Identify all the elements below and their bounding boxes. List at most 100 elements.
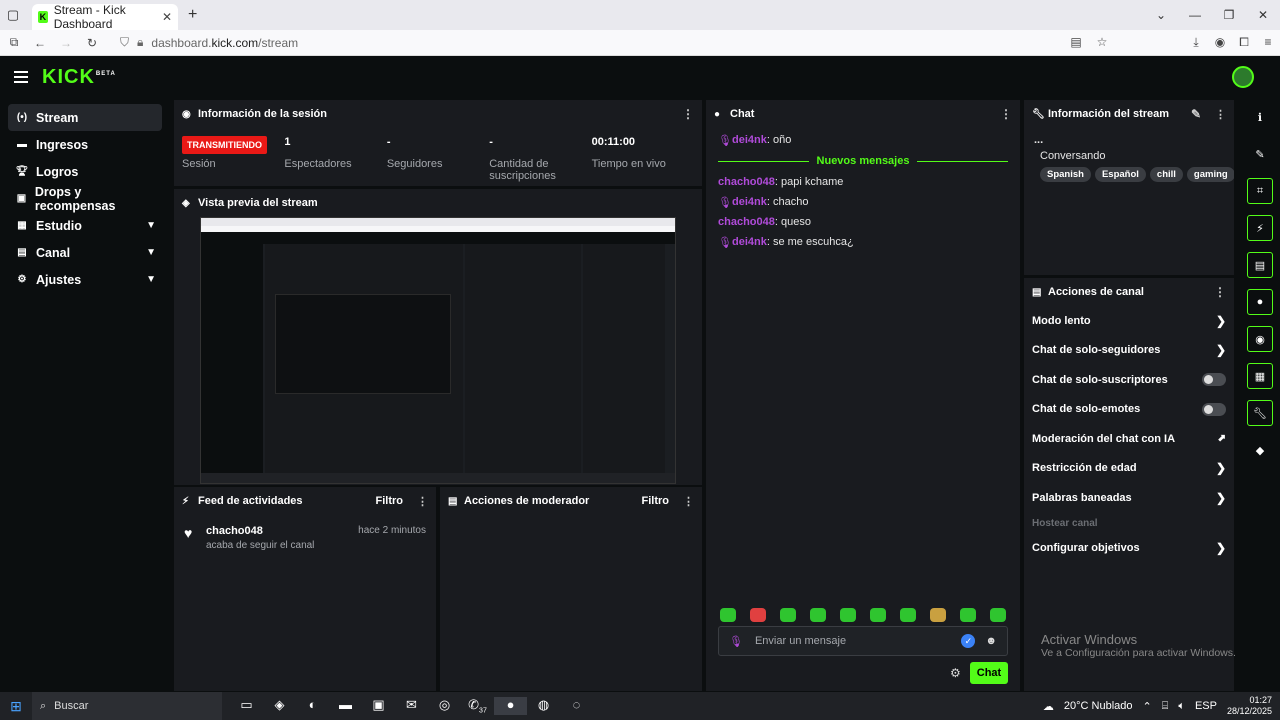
send-chat-button[interactable]: Chat: [970, 662, 1008, 684]
stream-preview-panel: ◈ Vista previa del stream: [174, 189, 702, 485]
emote-icon[interactable]: [900, 608, 916, 622]
bookmark-star-icon[interactable]: ☆: [1090, 35, 1114, 50]
emote-icon[interactable]: [990, 608, 1006, 622]
more-options-icon[interactable]: ⋮: [1214, 285, 1226, 299]
obs-icon[interactable]: ◍: [527, 697, 560, 715]
emote-icon[interactable]: [720, 608, 736, 622]
bolt-icon[interactable]: ⚡︎: [1247, 215, 1273, 241]
windows-start-icon[interactable]: ⊞: [0, 698, 32, 715]
back-button[interactable]: ←: [28, 36, 52, 50]
edit-icon[interactable]: ✎: [1247, 141, 1273, 167]
hamburger-menu-icon[interactable]: [14, 71, 28, 83]
network-icon[interactable]: ⌸: [1162, 700, 1169, 713]
chat-username[interactable]: dei4nk: [732, 236, 767, 248]
outlook-icon[interactable]: ✉: [395, 697, 428, 715]
app-icon[interactable]: ◌: [560, 697, 593, 715]
sidebar-item-ingresos[interactable]: ▬ Ingresos: [8, 131, 162, 158]
volume-icon[interactable]: 🔈︎: [1178, 700, 1185, 713]
close-window-button[interactable]: ✕: [1246, 8, 1280, 22]
tab-list-icon[interactable]: ⌄: [1144, 8, 1178, 22]
more-options-icon[interactable]: ⋮: [682, 107, 694, 121]
tray-overflow-icon[interactable]: ⌃: [1143, 700, 1152, 713]
language-indicator[interactable]: ESP: [1195, 700, 1217, 712]
weather-text[interactable]: 20°C Nublado: [1064, 700, 1133, 712]
subscribers-only-toggle[interactable]: [1202, 373, 1226, 387]
firefox-icon[interactable]: ●: [494, 697, 527, 715]
user-avatar[interactable]: [1232, 66, 1254, 88]
sidebar-toggle-icon[interactable]: ⧉: [2, 35, 26, 50]
minimize-button[interactable]: —: [1178, 8, 1212, 22]
sidebar-item-logros[interactable]: 🏆︎ Logros: [8, 158, 162, 185]
tab-overview-icon[interactable]: ▢: [0, 0, 26, 30]
emotes-only-toggle[interactable]: [1202, 402, 1226, 416]
edit-icon[interactable]: ✎: [1191, 107, 1201, 121]
copilot-icon[interactable]: ◈: [263, 697, 296, 715]
emote-icon[interactable]: [930, 608, 946, 622]
sidebar-item-estudio[interactable]: ▦ Estudio ▼: [8, 212, 162, 239]
emote-icon[interactable]: [870, 608, 886, 622]
emote-icon[interactable]: [840, 608, 856, 622]
screenshot-icon[interactable]: ⌗: [1247, 178, 1273, 204]
extensions-icon[interactable]: ⧠: [1232, 35, 1256, 50]
action-ai-moderation[interactable]: Moderación del chat con IA ⬈: [1032, 424, 1226, 454]
info-icon[interactable]: ℹ: [1247, 104, 1273, 130]
moderator-filter-button[interactable]: Filtro: [642, 495, 670, 507]
more-options-icon[interactable]: ⋮: [1000, 107, 1012, 121]
more-options-icon[interactable]: ⋮: [417, 495, 428, 508]
chrome-icon[interactable]: ◎: [428, 697, 461, 715]
edge-icon[interactable]: ◐: [296, 697, 329, 715]
action-host-channel: Hostear canal: [1032, 513, 1226, 534]
broadcast-icon[interactable]: ◉: [1247, 326, 1273, 352]
clock[interactable]: 01:27 28/12/2025: [1227, 695, 1272, 717]
whatsapp-icon[interactable]: ✆37: [461, 697, 494, 715]
menu-icon[interactable]: ≡: [1256, 35, 1280, 50]
stream-category[interactable]: Conversando: [1040, 150, 1234, 162]
sidebar-item-canal[interactable]: ▤ Canal ▼: [8, 239, 162, 266]
chat-username[interactable]: dei4nk: [732, 196, 767, 208]
emoji-picker-icon[interactable]: ☻: [985, 635, 997, 647]
action-age-restriction[interactable]: Restricción de edad ❯: [1032, 454, 1226, 484]
downloads-icon[interactable]: ⤓: [1184, 35, 1208, 50]
chat-message-input[interactable]: 🎙︎ Enviar un mensaje ✓ ☻: [718, 626, 1008, 656]
document-icon[interactable]: ▤: [1247, 252, 1273, 278]
kick-logo[interactable]: KICKBETA: [42, 66, 116, 89]
store-icon[interactable]: ▣: [362, 697, 395, 715]
action-followers-only[interactable]: Chat de solo-seguidores ❯: [1032, 336, 1226, 366]
reload-button[interactable]: ↻: [80, 36, 104, 50]
file-explorer-icon[interactable]: ▬: [329, 697, 362, 715]
chat-username[interactable]: chacho048: [718, 176, 775, 188]
wrench-icon[interactable]: 🔧︎: [1247, 400, 1273, 426]
restore-button[interactable]: ❐: [1212, 8, 1246, 22]
close-tab-icon[interactable]: ✕: [162, 10, 172, 24]
browser-tab[interactable]: K Stream - Kick Dashboard ✕: [32, 3, 178, 31]
feed-filter-button[interactable]: Filtro: [376, 495, 404, 507]
account-icon[interactable]: ◉: [1208, 35, 1232, 50]
shapes-icon[interactable]: ◆: [1247, 437, 1273, 463]
task-view-icon[interactable]: ▭: [230, 697, 263, 715]
layout-icon[interactable]: ▦: [1247, 363, 1273, 389]
emote-icon[interactable]: [810, 608, 826, 622]
taskbar-search[interactable]: ⌕ Buscar: [32, 692, 222, 720]
sidebar-item-drops[interactable]: ▣ Drops y recompensas: [8, 185, 162, 213]
action-slow-mode[interactable]: Modo lento ❯: [1032, 306, 1226, 336]
chat-settings-icon[interactable]: ⚙: [950, 666, 961, 680]
lock-icon: 🔒︎: [137, 35, 144, 49]
sidebar-item-ajustes[interactable]: ⚙ Ajustes ▼: [8, 266, 162, 293]
address-bar[interactable]: ⛉ 🔒︎ dashboard. kick.com/stream: [120, 35, 298, 50]
emote-icon[interactable]: [750, 608, 766, 622]
chat-username[interactable]: chacho048: [718, 216, 775, 228]
chat-bubble-icon[interactable]: ●: [1247, 289, 1273, 315]
stream-preview-video[interactable]: [200, 217, 676, 484]
action-banned-words[interactable]: Palabras baneadas ❯: [1032, 483, 1226, 513]
sidebar-item-stream[interactable]: (•) Stream: [8, 104, 162, 131]
reader-view-icon[interactable]: ▤: [1064, 35, 1088, 50]
chat-username[interactable]: dei4nk: [732, 134, 767, 146]
emote-icon[interactable]: [960, 608, 976, 622]
forward-button[interactable]: →: [54, 36, 78, 50]
new-tab-button[interactable]: +: [188, 6, 197, 24]
more-options-icon[interactable]: ⋮: [683, 495, 694, 508]
verified-check-icon[interactable]: ✓: [961, 634, 976, 648]
more-options-icon[interactable]: ⋮: [1215, 108, 1226, 121]
emote-icon[interactable]: [780, 608, 796, 622]
action-configure-goals[interactable]: Configurar objetivos ❯: [1032, 534, 1226, 564]
